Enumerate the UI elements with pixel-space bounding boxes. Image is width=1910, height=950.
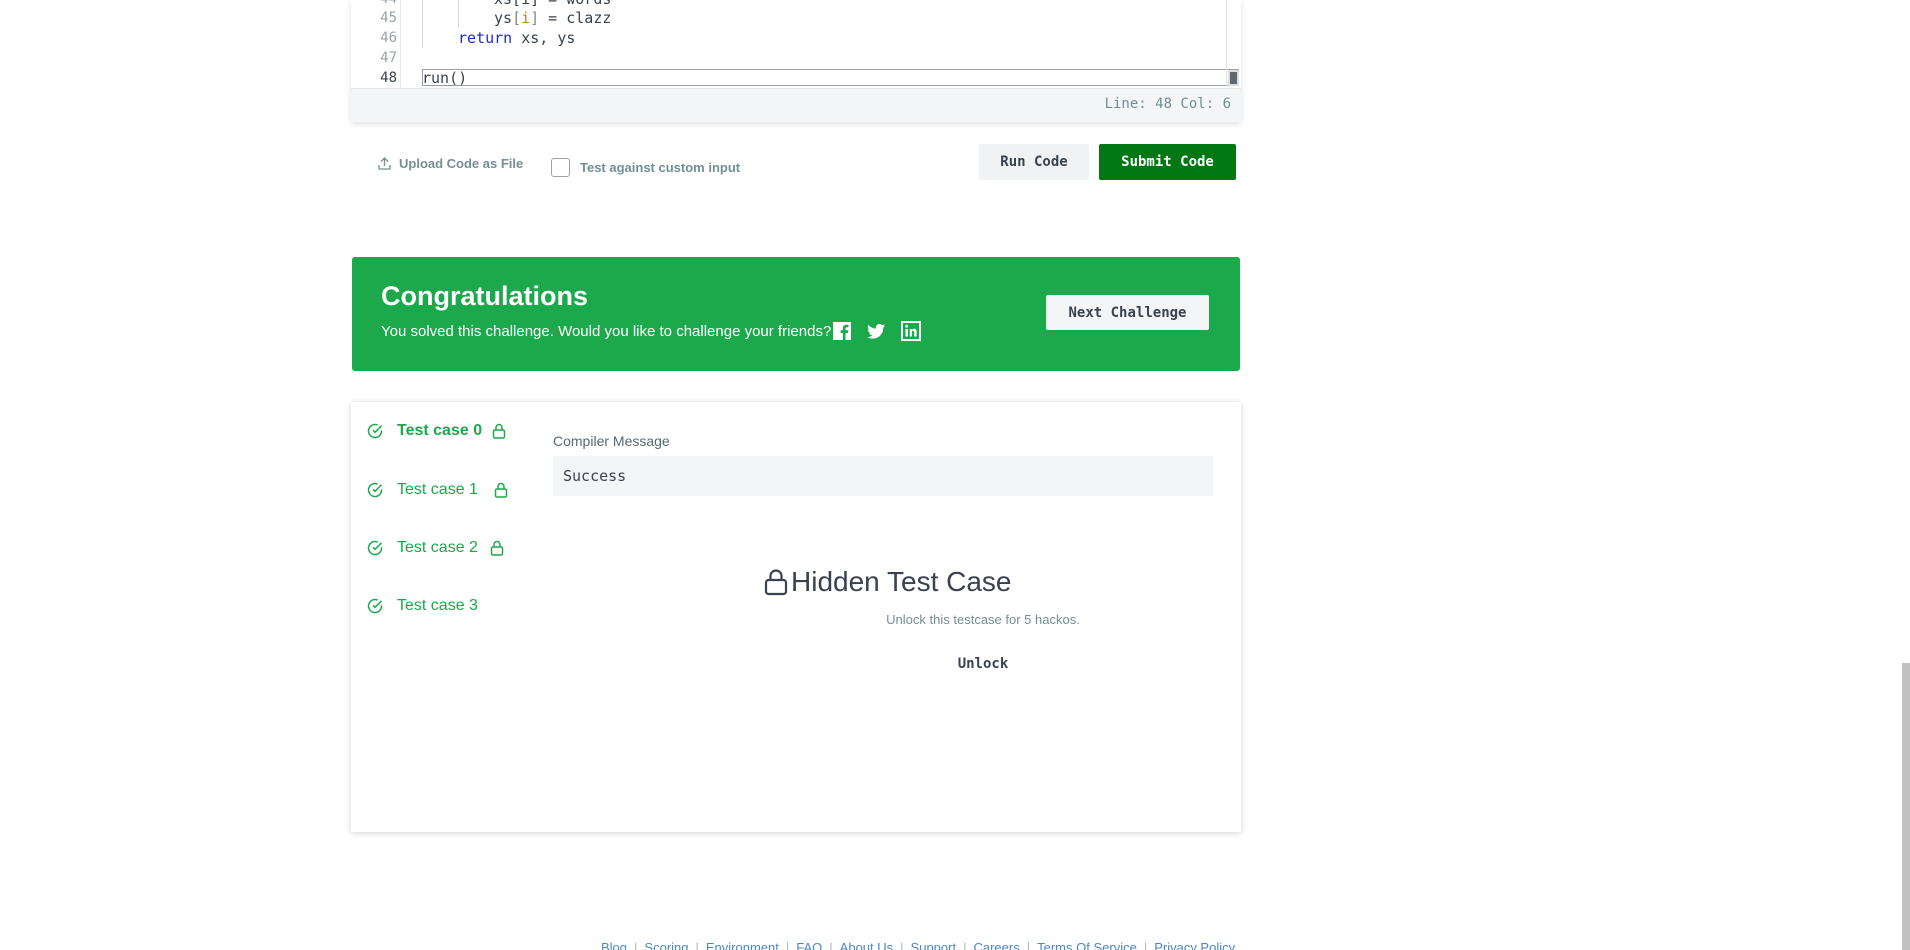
footer-link-support[interactable]: Support — [911, 940, 957, 950]
footer-separator: | — [1143, 940, 1148, 950]
footer-separator: | — [785, 940, 790, 950]
footer-separator: | — [634, 940, 638, 950]
keyword-token: return — [458, 29, 513, 47]
footer-link-about-us[interactable]: About Us — [840, 940, 893, 950]
footer-link-faq[interactable]: FAQ — [796, 940, 822, 950]
test-case-label: Test case 1 — [397, 481, 478, 498]
lock-icon — [492, 423, 506, 439]
test-results-panel: Test case 0 Test case 1 Test case 2 Test… — [351, 402, 1241, 832]
footer-links: Blog | Scoring | Environment | FAQ | About U… — [601, 940, 1235, 950]
test-case-tab[interactable]: Test case 1 — [367, 478, 508, 502]
line-number: 48 — [380, 70, 397, 86]
test-case-tab[interactable]: Test case 0 — [367, 419, 506, 443]
submit-code-button[interactable]: Submit Code — [1099, 144, 1236, 180]
code-line: 47 — [351, 48, 1241, 68]
check-circle-icon — [367, 423, 383, 439]
footer-separator: | — [1026, 940, 1031, 950]
code-text: run() — [422, 69, 468, 87]
code-editor[interactable]: 44 xs[i] = words 45 ys[i] = clazz 46 ret… — [351, 0, 1241, 122]
footer-link-blog[interactable]: Blog — [601, 940, 627, 950]
lock-icon — [764, 569, 788, 596]
code-token: ] — [530, 9, 540, 27]
code-token: [ — [512, 9, 522, 27]
code-text: return xs, ys — [458, 28, 575, 48]
page-scrollbar-thumb[interactable] — [1902, 663, 1910, 950]
upload-icon — [378, 157, 391, 170]
line-number: 47 — [380, 50, 397, 66]
footer-link-terms[interactable]: Terms Of Service — [1037, 940, 1137, 950]
footer-link-scoring[interactable]: Scoring — [644, 940, 688, 950]
code-token: ys — [494, 9, 513, 27]
compiler-message-label: Compiler Message — [553, 433, 670, 449]
custom-input-checkbox[interactable] — [551, 158, 570, 177]
footer-link-careers[interactable]: Careers — [973, 940, 1019, 950]
line-number: 45 — [380, 10, 397, 26]
upload-label: Upload Code as File — [399, 156, 524, 171]
lock-icon — [490, 540, 504, 556]
congrats-title: Congratulations — [381, 281, 588, 311]
test-case-label: Test case 0 — [397, 422, 483, 439]
code-line: 46 return xs, ys — [351, 28, 1241, 48]
upload-code-button[interactable]: Upload Code as File — [378, 156, 523, 171]
footer-separator: | — [900, 940, 904, 950]
congratulations-banner: Congratulations You solved this challeng… — [352, 257, 1240, 371]
custom-input-label: Test against custom input — [580, 160, 741, 175]
congrats-message: You solved this challenge. Would you lik… — [381, 323, 832, 340]
check-circle-icon — [367, 482, 383, 498]
footer-separator: | — [829, 940, 833, 950]
editor-scrollbar-thumb[interactable] — [1228, 70, 1239, 86]
code-text: ys[i] = clazz — [494, 8, 611, 28]
code-line: 45 ys[i] = clazz — [351, 8, 1241, 28]
twitter-icon[interactable] — [866, 321, 886, 341]
check-circle-icon — [367, 540, 383, 556]
facebook-icon[interactable] — [832, 321, 852, 341]
lock-icon — [494, 482, 508, 498]
next-challenge-button[interactable]: Next Challenge — [1046, 295, 1209, 330]
code-area[interactable]: 44 xs[i] = words 45 ys[i] = clazz 46 ret… — [351, 0, 1241, 88]
test-case-label: Test case 2 — [397, 539, 478, 556]
linkedin-icon[interactable] — [901, 321, 921, 341]
editor-status-bar: Line: 48 Col: 6 — [351, 88, 1241, 122]
footer-link-privacy[interactable]: Privacy Policy — [1154, 940, 1235, 950]
run-code-button[interactable]: Run Code — [979, 144, 1089, 180]
code-token: i — [521, 9, 531, 27]
unlock-button[interactable]: Unlock — [351, 656, 1413, 672]
unlock-label: Unlock — [957, 656, 1009, 672]
code-line-active: 48 run() — [351, 68, 1241, 88]
custom-input-toggle[interactable]: Test against custom input — [551, 158, 740, 177]
line-number: 46 — [380, 30, 397, 46]
compiler-message-output: Success — [553, 456, 1213, 496]
footer-separator: | — [695, 940, 699, 950]
hidden-test-case-heading: Hidden Test Case — [763, 566, 1012, 598]
footer-separator: | — [963, 940, 967, 950]
hidden-test-case-subtitle: Unlock this testcase for 5 hackos. — [886, 612, 1080, 627]
hidden-test-case-title: Hidden Test Case — [791, 566, 1012, 597]
editor-divider — [1226, 0, 1227, 86]
code-token: = clazz — [539, 9, 612, 27]
footer-link-environment[interactable]: Environment — [706, 940, 779, 950]
code-token: xs, ys — [512, 29, 576, 47]
test-case-tab[interactable]: Test case 2 — [367, 536, 504, 560]
